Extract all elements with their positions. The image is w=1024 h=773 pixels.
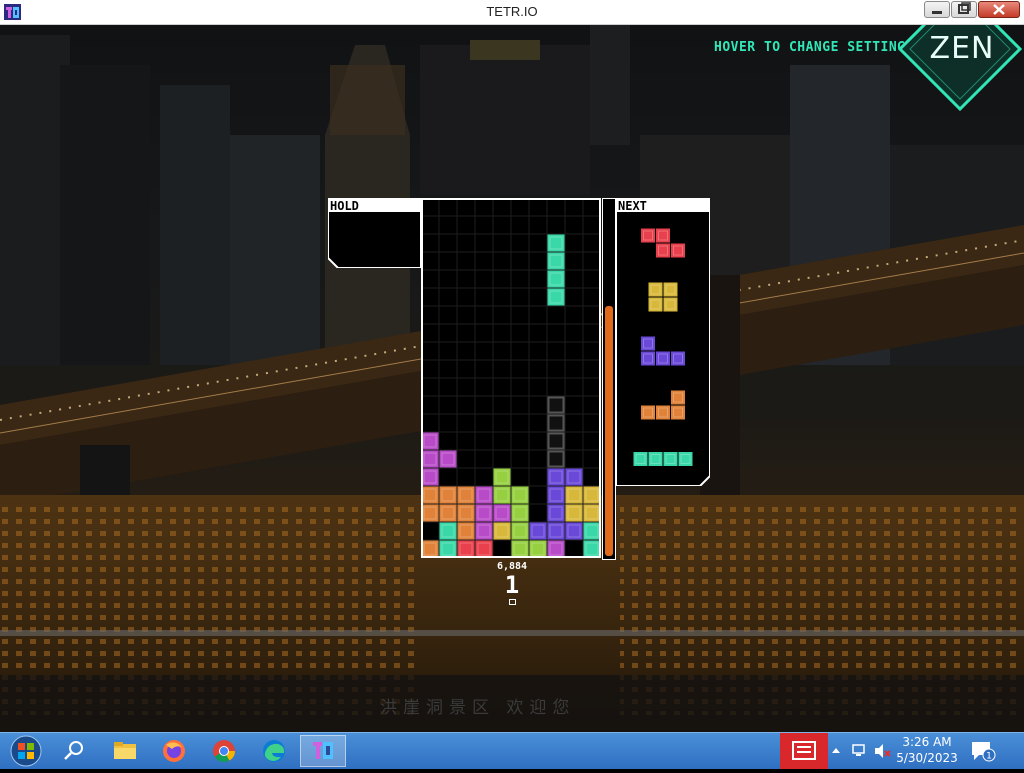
game-board[interactable] [421, 198, 603, 560]
lines-progress-mark [509, 599, 516, 605]
next-label: NEXT [618, 199, 647, 213]
network-icon[interactable] [850, 741, 870, 761]
tetrio-taskbar-button[interactable] [300, 735, 346, 767]
notification-count: 1 [986, 752, 992, 762]
minimize-button[interactable] [924, 1, 950, 18]
ghost-block [547, 432, 565, 450]
maximize-button[interactable] [951, 1, 977, 18]
taskbar: 3:26 AM 5/30/2023 1 [0, 732, 1024, 769]
ghost-block [547, 450, 565, 468]
action-center-icon[interactable]: 1 [970, 739, 996, 763]
lines-cleared-display: 1 [504, 571, 520, 599]
tray-alert-button[interactable] [780, 733, 828, 769]
start-button[interactable] [4, 735, 48, 767]
chrome-button[interactable] [202, 735, 246, 767]
clock-date[interactable]: 5/30/2023 [892, 751, 962, 765]
firefox-button[interactable] [152, 735, 196, 767]
search-button[interactable] [52, 735, 96, 767]
ghost-block [547, 396, 565, 414]
hold-label: HOLD [330, 199, 359, 213]
close-icon [993, 4, 1005, 15]
garbage-meter [602, 198, 616, 560]
window-titlebar: TETR.IO [0, 0, 1024, 25]
edge-button[interactable] [252, 735, 296, 767]
firefox-icon [163, 740, 185, 762]
presentation-alert-icon [792, 741, 816, 760]
restore-icon [958, 2, 971, 14]
edge-icon [263, 740, 285, 762]
next-panel: NEXT [616, 198, 710, 486]
next-queue [616, 198, 710, 486]
search-icon [64, 741, 83, 760]
settings-hover-hint[interactable]: HOVER TO CHANGE SETTINGS [714, 40, 914, 55]
game-scene: HOVER TO CHANGE SETTINGS ZEN HOLD NEXT 6… [0, 25, 1024, 732]
scenic-watermark: 洪崖洞景区 欢迎您 [380, 698, 576, 718]
minimize-icon [932, 11, 942, 14]
hold-panel: HOLD [328, 198, 421, 268]
mode-label: ZEN [929, 31, 995, 66]
chrome-icon [213, 740, 235, 762]
window-title: TETR.IO [486, 4, 538, 19]
volume-muted-icon[interactable] [872, 741, 892, 761]
tetrio-icon [313, 742, 333, 759]
show-hidden-icons-icon[interactable] [830, 743, 842, 757]
file-explorer-button[interactable] [102, 735, 146, 767]
ghost-block [547, 414, 565, 432]
meter-fill [605, 306, 613, 556]
windows-start-icon [10, 735, 42, 767]
clock-time[interactable]: 3:26 AM [892, 735, 962, 749]
close-button[interactable] [978, 1, 1020, 18]
file-explorer-icon [114, 742, 136, 759]
